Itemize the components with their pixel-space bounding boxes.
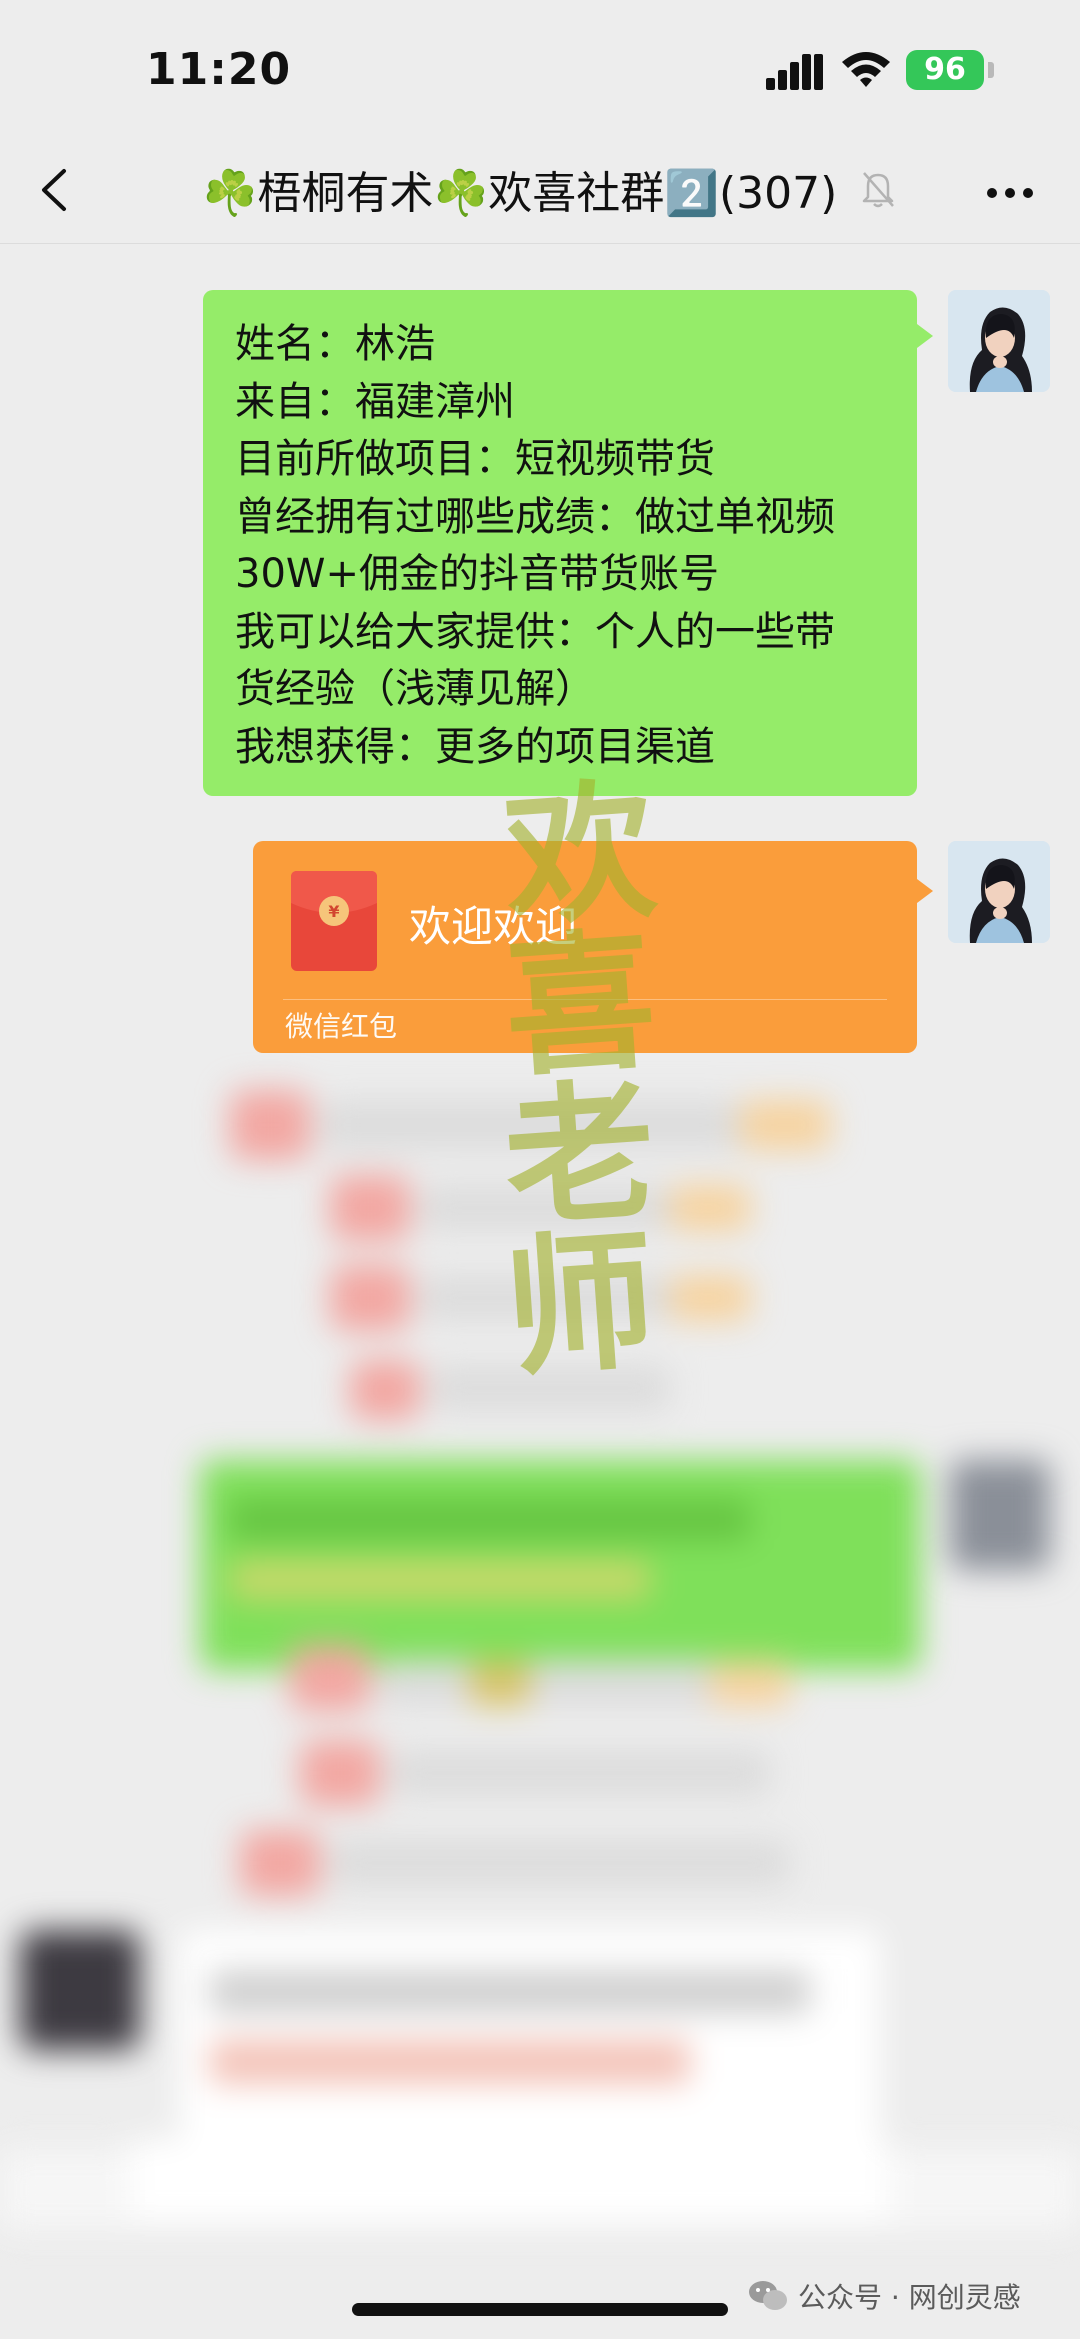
message-line: 我可以给大家提供：个人的一些带 [235,608,835,655]
message-line: 姓名：林浩 [235,321,435,367]
battery-charging-icon: 96 [906,50,984,90]
svg-text:¥: ¥ [328,902,339,921]
red-packet-label: 微信红包 [285,1010,398,1043]
battery-cap [988,62,994,78]
wifi-icon [842,52,890,87]
watermark-char: 喜 [499,911,661,1099]
message-line: 30W+佣金的抖音带货账号 [235,551,719,597]
wechat-icon [749,2281,787,2310]
mute-bell-icon [862,172,894,208]
status-time: 11:20 [146,44,292,95]
cellular-signal-icon [766,54,823,90]
message-line: 货经验（浅薄见解） [235,666,595,712]
message-line: 来自：福建漳州 [235,378,515,425]
watermark-char: 师 [499,1211,661,1399]
sender-avatar[interactable] [948,290,1050,392]
red-envelope-icon: ¥ [291,871,377,971]
watermark-text: 欢 喜 老 师 [480,762,680,1398]
message-line: 目前所做项目：短视频带货 [235,436,715,482]
home-indicator[interactable] [352,2303,728,2316]
message-line: 曾经拥有过哪些成绩：做过单视频 [235,493,835,540]
back-chevron-icon[interactable] [36,165,76,215]
chat-nav-bar: ☘️梧桐有术☘️欢喜社群2️⃣(307) [0,135,1080,244]
watermark-char: 欢 [499,761,661,949]
more-dots-icon[interactable] [986,187,1034,199]
sender-avatar[interactable] [948,841,1050,943]
status-bar: 11:20 96 [0,0,1080,130]
group-chat-title[interactable]: ☘️梧桐有术☘️欢喜社群2️⃣(307) [110,157,930,221]
sent-text-message[interactable]: 姓名：林浩 来自：福建漳州 目前所做项目：短视频带货 曾经拥有过哪些成绩：做过单… [203,290,933,796]
watermark-char: 老 [499,1061,661,1249]
source-credit: 公众号 · 网创灵感 [748,2274,1021,2318]
footer-text: 公众号 · 网创灵感 [798,2281,1021,2314]
